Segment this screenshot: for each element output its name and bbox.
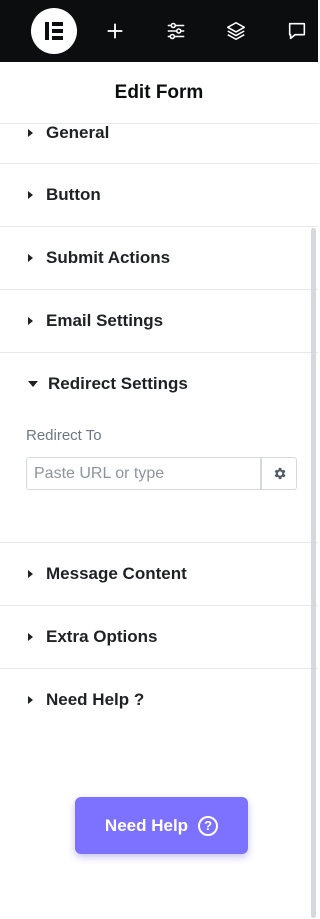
section-extra-options: Extra Options bbox=[0, 606, 318, 669]
section-label: Button bbox=[46, 185, 101, 204]
redirect-to-label: Redirect To bbox=[26, 427, 102, 444]
question-circle-icon: ? bbox=[198, 815, 219, 836]
panel-title: Edit Form bbox=[114, 81, 204, 103]
caret-right-icon bbox=[28, 570, 33, 578]
layers-icon[interactable] bbox=[221, 16, 251, 46]
caret-right-icon bbox=[28, 696, 33, 704]
caret-down-icon bbox=[28, 381, 38, 387]
section-need-help-toggle[interactable]: Need Help ? bbox=[0, 669, 318, 731]
caret-right-icon bbox=[28, 254, 33, 262]
section-email-settings-toggle[interactable]: Email Settings bbox=[0, 290, 318, 352]
sliders-icon[interactable] bbox=[161, 16, 191, 46]
section-redirect-settings-toggle[interactable]: Redirect Settings bbox=[0, 353, 318, 415]
need-help-button[interactable]: Need Help ? bbox=[75, 797, 248, 854]
section-message-content: Message Content bbox=[0, 543, 318, 606]
section-label: Message Content bbox=[46, 564, 187, 583]
section-need-help: Need Help ? bbox=[0, 669, 318, 731]
section-label: Email Settings bbox=[46, 311, 164, 330]
redirect-url-input[interactable] bbox=[26, 457, 261, 490]
section-general: General bbox=[0, 102, 318, 164]
section-button: Button bbox=[0, 164, 318, 227]
section-button-toggle[interactable]: Button bbox=[0, 164, 318, 226]
section-email-settings: Email Settings bbox=[0, 290, 318, 353]
plus-icon[interactable] bbox=[100, 16, 130, 46]
caret-right-icon bbox=[28, 317, 33, 325]
comment-icon[interactable] bbox=[282, 16, 312, 46]
caret-right-icon bbox=[28, 191, 33, 199]
top-toolbar bbox=[0, 0, 318, 62]
section-extra-options-toggle[interactable]: Extra Options bbox=[0, 606, 318, 668]
section-redirect-settings: Redirect Settings Redirect To bbox=[0, 353, 318, 543]
dynamic-tags-button[interactable] bbox=[261, 457, 297, 490]
section-label: Need Help ? bbox=[46, 690, 145, 709]
section-submit-actions: Submit Actions bbox=[0, 227, 318, 290]
section-label: General bbox=[46, 123, 110, 142]
section-label: Extra Options bbox=[46, 627, 158, 646]
elementor-logo-icon[interactable] bbox=[31, 8, 77, 54]
need-help-label: Need Help bbox=[104, 815, 189, 835]
section-label: Submit Actions bbox=[46, 248, 171, 267]
section-label: Redirect Settings bbox=[48, 374, 188, 393]
section-general-toggle[interactable]: General bbox=[0, 102, 318, 164]
panel-scrollbar[interactable] bbox=[311, 228, 316, 918]
caret-right-icon bbox=[28, 129, 33, 137]
section-submit-actions-toggle[interactable]: Submit Actions bbox=[0, 227, 318, 289]
gear-icon bbox=[274, 467, 285, 480]
section-message-content-toggle[interactable]: Message Content bbox=[0, 543, 318, 605]
caret-right-icon bbox=[28, 633, 33, 641]
